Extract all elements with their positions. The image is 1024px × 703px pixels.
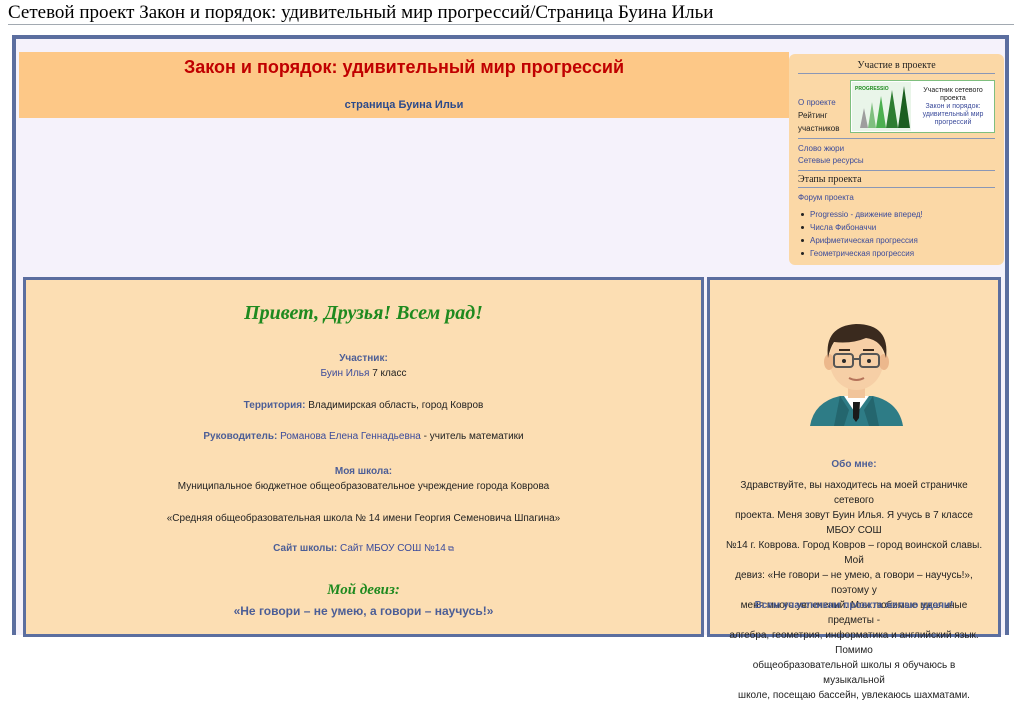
supervisor-role: - учитель математики [420,431,524,442]
territory-value: Владимирская область, город Ковров [305,400,484,411]
banner-title: Закон и порядок: удивительный мир прогре… [183,57,625,77]
sidebar-link-jury[interactable]: Слово жюри [798,144,844,153]
school-site-line: Сайт школы: Сайт МБОУ СОШ №14 ⧉ [26,543,701,554]
sidebar-heading: Участие в проекте [857,60,936,71]
school-name-line2: «Средняя общеобразовательная школа № 14 … [166,513,561,524]
school-name-line1: Муниципальное бюджетное общеобразователь… [177,481,550,492]
sidebar-divider [798,73,995,74]
about-line: №14 г. Коврова. Город Ковров – город вои… [725,540,983,566]
about-line: Здравствуйте, вы находитесь на моей стра… [740,480,968,506]
badge-line: Участник сетевого [923,87,983,94]
motto-heading: Мой девиз: [327,582,400,598]
participant-badge[interactable]: PROGRESSIO Участник сетевого проекта Зак… [850,80,995,133]
sidebar-divider [798,138,995,139]
progressio-logo: PROGRESSIO [852,82,911,131]
badge-line: проекта [940,95,966,102]
supervisor-line: Руководитель: Романова Елена Геннадьевна… [26,431,701,442]
sidebar-link-about[interactable]: О проекте [798,98,836,107]
page-title: Сетевой проект Закон и порядок: удивител… [8,2,714,23]
stage-link[interactable]: Числа Фибоначчи [801,221,923,234]
about-me-box: Обо мне: Здравствуйте, вы находитесь на … [707,277,1001,701]
sidebar-link-resources[interactable]: Сетевые ресурсы [798,156,864,165]
territory-line: Территория: Владимирская область, город … [26,400,701,411]
participant-class: 7 класс [369,368,407,379]
school-label: Моя школа: [334,466,393,477]
about-line: школе, посещаю бассейн, увлекаюсь шахмат… [738,690,970,701]
banner-subtitle: страница Буина Ильи [344,99,464,111]
stage-link[interactable]: Геометрическая прогрессия [801,247,923,260]
about-text: Здравствуйте, вы находитесь на моей стра… [722,478,986,703]
school-site-link[interactable]: Сайт МБОУ СОШ №14 [337,543,446,554]
participant-label: Участник: [339,353,388,364]
school-site-label: Сайт школы: [273,543,338,554]
project-banner: Закон и порядок: удивительный мир прогре… [19,52,789,118]
participant-name-link[interactable]: Буин Илья [321,368,370,379]
boy-avatar-image [804,318,909,426]
about-line: проекта. Меня зовут Буин Илья. Я учусь в… [735,510,973,536]
badge-logo-text: PROGRESSIO [855,86,889,92]
badge-caption: Участник сетевого проекта Закон и порядо… [914,87,992,127]
stages-list: Progressio - движение вперед! Числа Фибо… [801,208,923,260]
badge-line: прогрессий [934,119,972,126]
sidebar-divider [798,187,995,188]
sidebar-link-rating-2[interactable]: участников [798,124,839,133]
motto-text: «Не говори – не умею, а говори – научусь… [233,604,494,618]
territory-label: Территория: [243,400,306,411]
project-sidebar: Участие в проекте О проекте Рейтинг учас… [789,54,1004,265]
stage-link[interactable]: Арифметическая прогрессия [801,234,923,247]
stages-heading: Этапы проекта [798,174,862,185]
sidebar-link-forum[interactable]: Форум проекта [798,193,854,202]
about-line: алгебра, геометрия, информатика и англий… [729,630,979,656]
main-info-box: Привет, Друзья! Всем рад! Участник: Буин… [23,277,704,637]
sidebar-link-rating[interactable]: Рейтинг [798,111,827,120]
greeting-heading: Привет, Друзья! Всем рад! [244,302,483,324]
supervisor-label: Руководитель: [203,431,278,442]
about-line: общеобразовательной школы я обучаюсь в м… [752,660,956,686]
participant-line: Буин Илья 7 класс [26,368,701,379]
supervisor-name-link[interactable]: Романова Елена Геннадьевна [277,431,421,442]
sidebar-divider [798,170,995,171]
title-divider [8,24,1014,25]
external-link-icon: ⧉ [445,544,454,553]
stage-link[interactable]: Progressio - движение вперед! [801,208,923,221]
badge-line: Закон и порядок: [925,103,981,110]
about-heading: Обо мне: [831,459,877,470]
badge-line: удивительный мир [922,111,984,118]
about-wish: Всем участникам проекта желаю удачи! [754,600,954,611]
about-line: девиз: «Не говори – не умею, а говори – … [735,570,973,596]
